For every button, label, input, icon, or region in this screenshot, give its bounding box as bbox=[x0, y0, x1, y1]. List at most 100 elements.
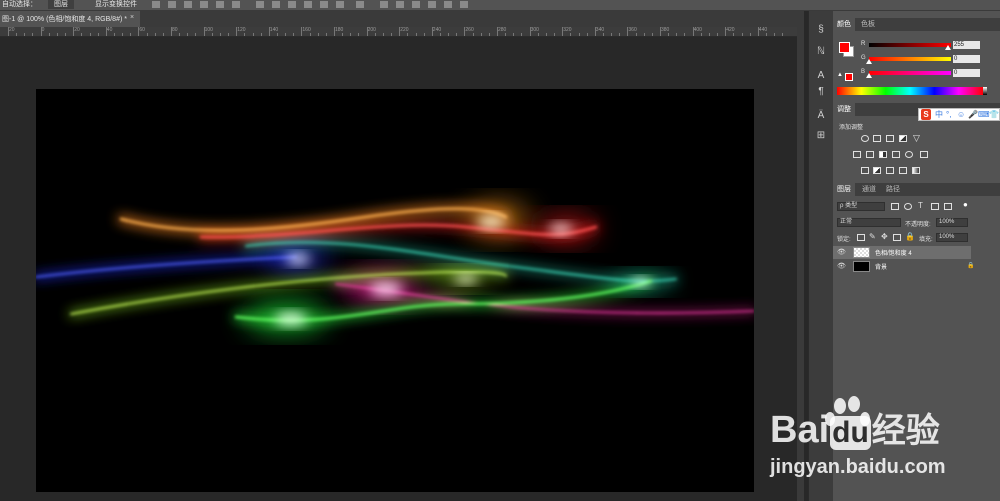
levels-icon[interactable] bbox=[873, 135, 881, 142]
gradient-map-icon[interactable] bbox=[912, 167, 920, 174]
lock-position-icon[interactable]: ✥ bbox=[881, 232, 888, 241]
color-balance-icon[interactable] bbox=[866, 151, 874, 158]
align-right-icon[interactable] bbox=[232, 1, 240, 8]
lock-image-icon[interactable]: ✎ bbox=[869, 232, 876, 241]
properties-icon[interactable]: ℕ bbox=[813, 45, 829, 59]
close-tab-icon[interactable]: × bbox=[130, 14, 134, 21]
filter-adjustment-icon[interactable] bbox=[904, 203, 912, 210]
sogou-ime-toolbar[interactable]: S 中 °, ☺ 🎤 ⌨ 👕 bbox=[918, 108, 1000, 121]
filter-type-icon[interactable]: T bbox=[918, 201, 923, 210]
invert-icon[interactable] bbox=[861, 167, 869, 174]
document-tab[interactable]: 图-1 @ 100% (色相/饱和度 4, RGB/8#) * × bbox=[0, 11, 140, 27]
sogou-voice-icon[interactable]: 🎤 bbox=[968, 109, 978, 120]
channel-r-thumb[interactable] bbox=[945, 45, 951, 50]
tab-channels[interactable]: 通道 bbox=[858, 183, 880, 196]
lock-artboard-icon[interactable] bbox=[893, 234, 901, 241]
show-transform-checkbox[interactable]: 显示变换控件 bbox=[95, 0, 137, 9]
ruler-minor-tick bbox=[578, 33, 580, 36]
lock-transparent-icon[interactable] bbox=[857, 234, 865, 241]
channel-g-value[interactable]: 0 bbox=[953, 55, 980, 63]
bw-ramp[interactable] bbox=[983, 87, 987, 95]
exposure-icon[interactable] bbox=[899, 135, 907, 142]
channel-b-value[interactable]: 0 bbox=[953, 69, 980, 77]
threshold-icon[interactable] bbox=[886, 167, 894, 174]
align-hcenter-icon[interactable] bbox=[216, 1, 224, 8]
layer-name[interactable]: 背景 bbox=[875, 262, 887, 271]
tab-adjustments[interactable]: 调整 bbox=[833, 103, 855, 116]
sogou-keyboard-icon[interactable]: ⌨ bbox=[978, 109, 990, 120]
libraries-icon[interactable]: ⊞ bbox=[813, 129, 829, 143]
layer-row-background[interactable]: 👁 背景 🔒 bbox=[833, 260, 974, 273]
sogou-logo-icon[interactable]: S bbox=[921, 109, 931, 120]
gamut-swatch[interactable] bbox=[845, 73, 853, 81]
channel-g-slider[interactable] bbox=[869, 57, 951, 61]
layer-thumbnail bbox=[853, 261, 870, 272]
3d-slide-icon[interactable] bbox=[444, 1, 452, 8]
paragraph-icon[interactable]: ¶ bbox=[813, 85, 829, 99]
vibrance-icon[interactable]: ▽ bbox=[913, 133, 920, 144]
document-canvas[interactable] bbox=[36, 89, 754, 492]
channel-r-slider[interactable] bbox=[869, 43, 951, 47]
3d-roll-icon[interactable] bbox=[412, 1, 420, 8]
posterize-icon[interactable] bbox=[873, 167, 881, 174]
channel-r-value[interactable]: 255 bbox=[953, 41, 980, 49]
tab-layers[interactable]: 图层 bbox=[833, 183, 855, 196]
tab-swatches[interactable]: 色板 bbox=[857, 18, 879, 31]
character-icon[interactable]: A bbox=[813, 69, 829, 83]
3d-rotate-icon[interactable] bbox=[396, 1, 404, 8]
sogou-emoji-icon[interactable]: ☺ bbox=[957, 109, 965, 120]
ruler-minor-tick bbox=[480, 33, 482, 36]
opacity-value[interactable]: 100% bbox=[936, 218, 968, 227]
black-white-icon[interactable] bbox=[879, 151, 887, 158]
align-bottom-icon[interactable] bbox=[184, 1, 192, 8]
channel-b-thumb[interactable] bbox=[866, 73, 872, 78]
color-spectrum-ramp[interactable] bbox=[837, 87, 983, 95]
channel-mixer-icon[interactable] bbox=[905, 151, 913, 158]
distribute-vcenter-icon[interactable] bbox=[272, 1, 280, 8]
filter-shape-icon[interactable] bbox=[931, 203, 939, 210]
auto-align-icon[interactable] bbox=[356, 1, 364, 8]
color-lookup-icon[interactable] bbox=[920, 151, 928, 158]
hue-saturation-icon[interactable] bbox=[853, 151, 861, 158]
filter-toggle-icon[interactable]: ● bbox=[963, 200, 968, 209]
distribute-top-icon[interactable] bbox=[256, 1, 264, 8]
distribute-left-icon[interactable] bbox=[304, 1, 312, 8]
3d-mode-icon[interactable] bbox=[380, 1, 388, 8]
layer-name[interactable]: 色相/饱和度 4 bbox=[875, 248, 912, 257]
blend-mode-select[interactable]: 正常 bbox=[837, 218, 901, 227]
channel-b-slider[interactable] bbox=[869, 71, 951, 75]
visibility-eye-icon[interactable]: 👁 bbox=[837, 262, 846, 270]
lock-all-icon[interactable]: 🔒 bbox=[905, 232, 915, 241]
history-icon[interactable]: § bbox=[813, 23, 829, 37]
curves-icon[interactable] bbox=[886, 135, 894, 142]
3d-scale-icon[interactable] bbox=[460, 1, 468, 8]
auto-select-dropdown[interactable]: 图层 bbox=[48, 0, 74, 9]
visibility-eye-icon[interactable]: 👁 bbox=[837, 248, 846, 256]
layer-row-hue-saturation[interactable]: 👁 色相/饱和度 4 bbox=[833, 246, 971, 259]
channel-g-thumb[interactable] bbox=[866, 59, 872, 64]
distribute-right-icon[interactable] bbox=[336, 1, 344, 8]
ruler-major-tick bbox=[138, 27, 140, 36]
tab-color[interactable]: 颜色 bbox=[833, 18, 855, 31]
align-top-icon[interactable] bbox=[152, 1, 160, 8]
sogou-chinese-mode[interactable]: 中 bbox=[935, 109, 943, 120]
filter-pixel-icon[interactable] bbox=[891, 203, 899, 210]
align-vcenter-icon[interactable] bbox=[168, 1, 176, 8]
baidu-jingyan-watermark: Bai du经验 jingyan.baidu.com bbox=[770, 392, 1000, 492]
selective-color-icon[interactable] bbox=[899, 167, 907, 174]
glyphs-icon[interactable]: Ä bbox=[813, 109, 829, 123]
sogou-skin-icon[interactable]: 👕 bbox=[989, 109, 999, 120]
tab-paths[interactable]: 路径 bbox=[882, 183, 904, 196]
foreground-swatch[interactable] bbox=[839, 42, 850, 53]
3d-pan-icon[interactable] bbox=[428, 1, 436, 8]
layer-filter-kind[interactable]: ρ 类型 bbox=[837, 202, 885, 211]
brightness-icon[interactable] bbox=[861, 135, 869, 142]
sogou-punctuation-icon[interactable]: °, bbox=[946, 109, 951, 120]
filter-smart-icon[interactable] bbox=[944, 203, 952, 210]
distribute-bottom-icon[interactable] bbox=[288, 1, 296, 8]
align-left-icon[interactable] bbox=[200, 1, 208, 8]
gamut-warning-icon[interactable]: ▲ bbox=[837, 72, 843, 78]
fill-value[interactable]: 100% bbox=[936, 233, 968, 242]
distribute-hcenter-icon[interactable] bbox=[320, 1, 328, 8]
photo-filter-icon[interactable] bbox=[892, 151, 900, 158]
